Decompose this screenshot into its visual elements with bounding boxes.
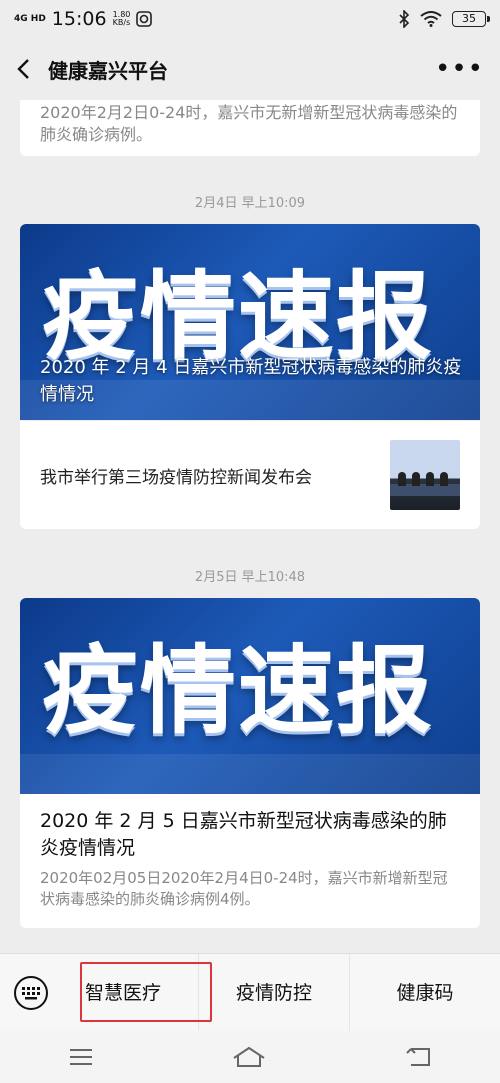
article-group-card[interactable]: 疫情速报 2020 年 2 月 4 日嘉兴市新型冠状病毒感染的肺炎疫情情况 我市…	[20, 224, 480, 529]
wifi-icon	[420, 11, 442, 27]
menu-item-epidemic-control[interactable]: 疫情防控	[198, 953, 349, 1032]
system-navigation-bar	[0, 1031, 500, 1083]
keyboard-icon[interactable]	[14, 975, 48, 1010]
article-cover-image[interactable]: 疫情速报 2020 年 2 月 4 日嘉兴市新型冠状病毒感染的肺炎疫情情况	[20, 224, 480, 420]
article-description: 2020年02月05日2020年2月4日0-24时，嘉兴市新增新型冠状病毒感染的…	[40, 869, 448, 908]
network-indicator: 4G HD	[14, 13, 46, 24]
sub-article-item[interactable]: 我市举行第三场疫情防控新闻发布会	[20, 421, 480, 529]
previous-article-desc: 2020年2月2日0-24时，嘉兴市无新增新型冠状病毒感染的肺炎确诊病例。	[40, 103, 458, 144]
nav-bar: 健康嘉兴平台 •••	[0, 38, 500, 100]
bluetooth-icon	[399, 10, 410, 28]
article-title: 2020 年 2 月 5 日嘉兴市新型冠状病毒感染的肺炎疫情情况	[40, 810, 447, 859]
sub-article-title: 我市举行第三场疫情防控新闻发布会	[40, 467, 312, 488]
battery-indicator: 35	[452, 11, 490, 27]
back-arrow-icon[interactable]	[16, 58, 30, 80]
app-notification-icon	[136, 11, 153, 27]
article-title: 2020 年 2 月 4 日嘉兴市新型冠状病毒感染的肺炎疫情情况	[40, 357, 462, 405]
menu-item-health-code[interactable]: 健康码	[349, 953, 500, 1032]
home-icon[interactable]	[232, 1046, 266, 1068]
back-icon[interactable]	[405, 1047, 431, 1067]
page-title: 健康嘉兴平台	[48, 58, 168, 83]
more-options-icon[interactable]: •••	[435, 54, 484, 84]
sub-article-thumbnail	[390, 440, 460, 510]
network-speed: 1.80 KB/s	[112, 10, 131, 27]
menu-item-smart-medical[interactable]: 智慧医疗	[48, 954, 198, 1032]
status-bar: 4G HD 15:06 1.80 KB/s 35	[0, 0, 500, 38]
message-timestamp: 2月4日 早上10:09	[194, 196, 306, 211]
article-card[interactable]: 疫情速报 2020 年 2 月 5 日嘉兴市新型冠状病毒感染的肺炎疫情情况 20…	[20, 598, 480, 928]
official-account-menu: 智慧医疗 疫情防控 健康码	[0, 953, 500, 1032]
message-timestamp: 2月5日 早上10:48	[194, 570, 306, 585]
article-cover-image[interactable]: 疫情速报	[20, 598, 480, 794]
message-feed[interactable]: 2020年2月2日0-24时，嘉兴市无新增新型冠状病毒感染的肺炎确诊病例。 2月…	[0, 100, 500, 953]
menu-icon[interactable]	[69, 1048, 93, 1066]
status-time: 15:06	[51, 8, 107, 30]
previous-article-card[interactable]: 2020年2月2日0-24时，嘉兴市无新增新型冠状病毒感染的肺炎确诊病例。	[20, 100, 480, 156]
cover-headline: 疫情速报	[42, 635, 434, 747]
